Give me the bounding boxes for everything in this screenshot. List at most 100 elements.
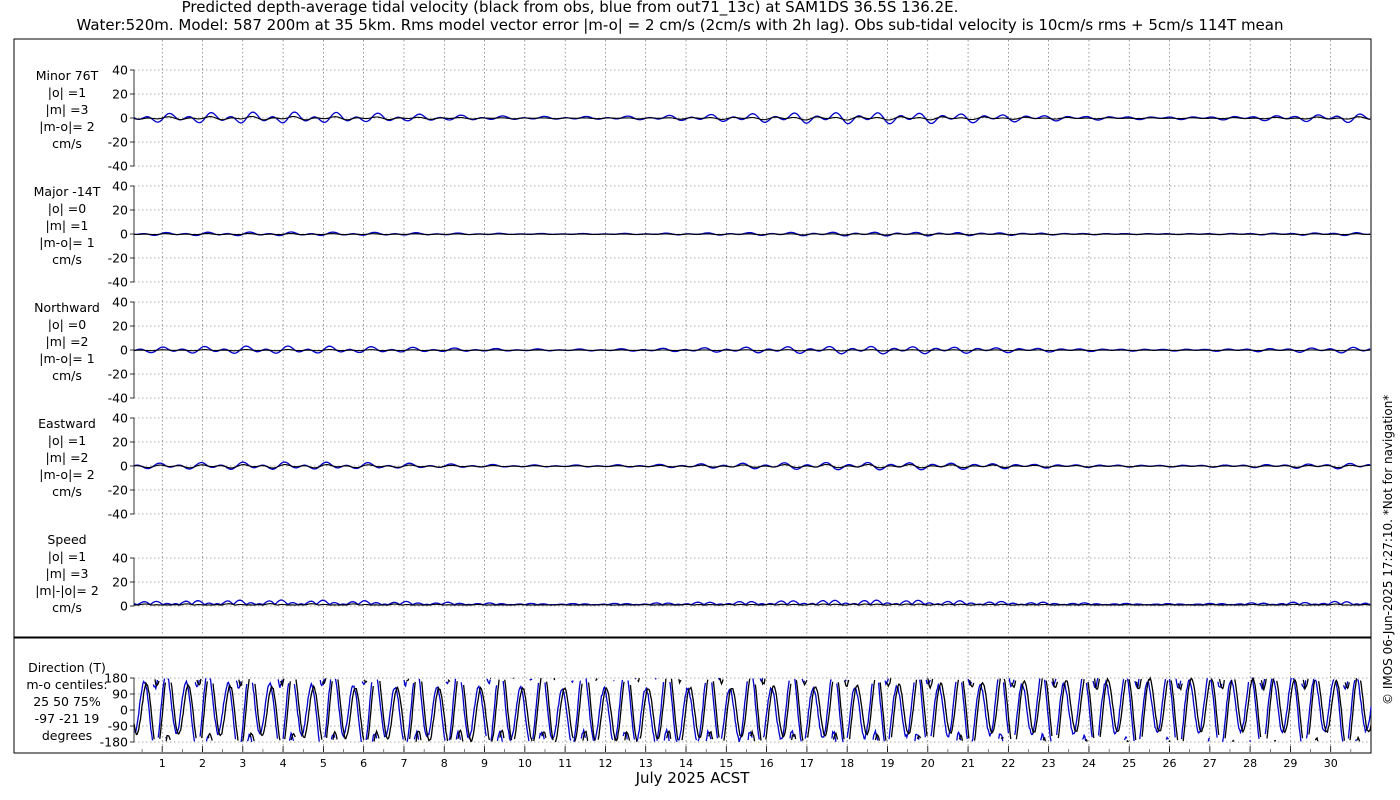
y-tick-label: 40 bbox=[112, 63, 128, 78]
model-direction-line bbox=[669, 681, 678, 743]
panel-label-line: |m-o|= 1 bbox=[39, 235, 94, 250]
obs-direction-line bbox=[969, 679, 975, 688]
obs-direction-line bbox=[1231, 739, 1235, 743]
obs-direction-line bbox=[1314, 736, 1319, 742]
panel-label-line: cm/s bbox=[52, 484, 82, 499]
obs-direction-line bbox=[533, 677, 542, 742]
model-direction-line bbox=[571, 680, 574, 684]
panel-label-line: Speed bbox=[47, 532, 86, 547]
y-tick-label: 0 bbox=[120, 459, 128, 474]
y-tick-label: -180 bbox=[100, 735, 128, 750]
y-tick-label: -20 bbox=[108, 483, 128, 498]
y-tick-label: -20 bbox=[108, 135, 128, 150]
model-direction-line bbox=[246, 733, 253, 743]
panel-label-line: |o| =1 bbox=[48, 85, 86, 100]
panel-label-line: cm/s bbox=[52, 252, 82, 267]
model-direction-line bbox=[1355, 739, 1358, 742]
panel-label-line: Northward bbox=[34, 300, 100, 315]
y-tick-label: 20 bbox=[112, 575, 128, 590]
obs-direction-line bbox=[595, 678, 598, 682]
y-tick-label: -40 bbox=[108, 507, 128, 522]
obs-direction-line bbox=[637, 677, 640, 683]
model-direction-line bbox=[1165, 736, 1169, 740]
y-tick-label: 40 bbox=[112, 411, 128, 426]
y-tick-label: -40 bbox=[108, 391, 128, 406]
obs-direction-line bbox=[332, 730, 338, 740]
y-tick-label: 0 bbox=[120, 227, 128, 242]
y-tick-label: 0 bbox=[120, 111, 128, 126]
obs-direction-line bbox=[406, 678, 410, 682]
obs-direction-line bbox=[165, 735, 171, 742]
model-direction-line bbox=[403, 679, 408, 688]
model-direction-line bbox=[654, 677, 657, 680]
y-tick-label: 20 bbox=[112, 203, 128, 218]
obs-direction-line bbox=[927, 678, 934, 690]
panel-label-line: Major -14T bbox=[34, 184, 101, 199]
y-tick-label: 180 bbox=[104, 671, 128, 686]
y-tick-label: -20 bbox=[108, 367, 128, 382]
obs-direction-line bbox=[790, 733, 797, 741]
obs-direction-line bbox=[719, 677, 724, 686]
y-tick-label: 90 bbox=[112, 687, 128, 702]
obs-direction-line bbox=[553, 677, 556, 681]
model-direction-line bbox=[486, 678, 491, 685]
obs-direction-line bbox=[678, 679, 682, 685]
obs-direction-line bbox=[512, 677, 514, 680]
panel-label-line: |o| =1 bbox=[48, 549, 86, 564]
x-axis-label: July 2025 ACST bbox=[635, 769, 750, 787]
obs-direction-line bbox=[1168, 740, 1171, 743]
model-direction-line bbox=[529, 678, 533, 681]
y-tick-label: 20 bbox=[112, 435, 128, 450]
copyright-notice: © IMOS 06-Jun-2025 17:27:10. *Not for na… bbox=[1381, 394, 1395, 705]
y-tick-label: 20 bbox=[112, 87, 128, 102]
panel-label-line: |o| =1 bbox=[48, 433, 86, 448]
obs-direction-line bbox=[844, 679, 850, 688]
model-direction-line bbox=[1123, 735, 1128, 741]
panel-label-line: cm/s bbox=[52, 368, 82, 383]
y-tick-label: 20 bbox=[112, 319, 128, 334]
obs-direction-line bbox=[249, 731, 255, 742]
panel-label-line: |o| =0 bbox=[48, 201, 87, 216]
obs-direction-line bbox=[447, 679, 451, 683]
panel-label-line: cm/s bbox=[52, 600, 82, 615]
model-direction-line bbox=[445, 681, 449, 685]
model-direction-line bbox=[133, 680, 154, 741]
panel-label-line: |m| =3 bbox=[46, 102, 89, 117]
obs-series-line bbox=[133, 603, 1371, 606]
upper-frame bbox=[13, 38, 1372, 638]
obs-direction-line bbox=[1273, 739, 1276, 742]
obs-direction-line bbox=[749, 729, 756, 742]
y-tick-label: 0 bbox=[120, 599, 128, 614]
panel-label-line: 25 50 75% bbox=[33, 694, 101, 709]
model-direction-line bbox=[1222, 679, 1250, 742]
panel-label-line: |m-o|= 1 bbox=[39, 351, 94, 366]
panel-label-line: m-o centiles: bbox=[26, 677, 107, 692]
panel-label-line: |m| =1 bbox=[46, 218, 89, 233]
model-direction-line bbox=[634, 677, 637, 680]
y-tick-label: -40 bbox=[108, 159, 128, 174]
panel-label-line: cm/s bbox=[52, 136, 82, 151]
y-tick-label: -40 bbox=[108, 275, 128, 290]
y-tick-label: 40 bbox=[112, 179, 128, 194]
panel-label-line: |m| =2 bbox=[46, 450, 89, 465]
panel-label-line: degrees bbox=[42, 728, 92, 743]
y-tick-label: 40 bbox=[112, 551, 128, 566]
obs-direction-line bbox=[207, 732, 213, 741]
panel-label-line: |o| =0 bbox=[48, 317, 87, 332]
tidal-velocity-chart: 1 2 3 4 5 6 7 8 9 10 11 12 13 14 15 16 17 18 19 20 21 22 23 24 2… bbox=[13, 38, 1372, 770]
panel-label-line: |m| =2 bbox=[46, 334, 89, 349]
obs-direction-line bbox=[363, 679, 368, 683]
panel-label-line: |m-o|= 2 bbox=[39, 467, 94, 482]
y-tick-label: 0 bbox=[120, 703, 128, 718]
obs-direction-line bbox=[1356, 735, 1361, 742]
panel-label-line: Minor 76T bbox=[36, 68, 99, 83]
panel-label-line: Eastward bbox=[38, 416, 96, 431]
y-tick-label: 0 bbox=[120, 343, 128, 358]
obs-direction-line bbox=[1126, 740, 1129, 743]
panel-label-line: Direction (T) bbox=[28, 660, 106, 675]
obs-direction-line bbox=[1000, 736, 1004, 740]
obs-direction-line bbox=[761, 678, 766, 686]
panel-label-line: |m| =3 bbox=[46, 566, 89, 581]
panel-label-line: |m-o|= 2 bbox=[39, 119, 94, 134]
y-tick-label: -90 bbox=[108, 719, 128, 734]
